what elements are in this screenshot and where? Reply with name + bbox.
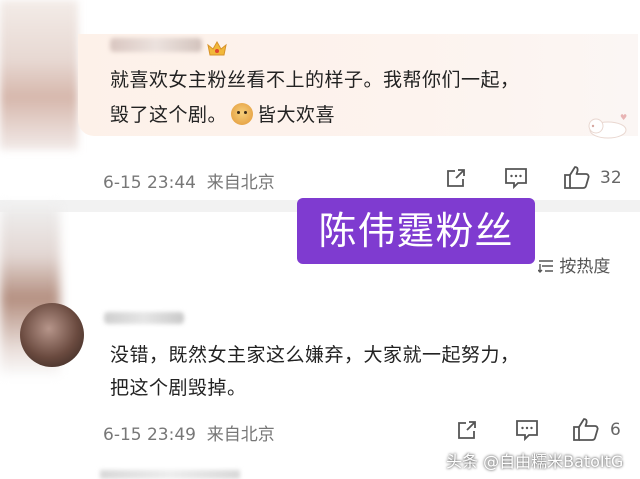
avatar-blurred[interactable] — [0, 0, 78, 150]
comment-icon[interactable] — [503, 166, 529, 190]
watermark: 头条 @自由糯米BatoItG — [446, 452, 624, 471]
username-blurred[interactable] — [104, 312, 184, 324]
like-count: 32 — [600, 168, 622, 188]
sort-icon — [537, 260, 553, 273]
comment-text-line: 没错，既然女主家这么嫌弃，大家就一起努力， — [110, 344, 520, 366]
like-count: 6 — [610, 420, 621, 440]
comment-text-line: 毁了这个剧。 皆大欢喜 — [110, 103, 335, 127]
comment-location: 来自北京 — [206, 173, 275, 193]
username-blurred[interactable] — [110, 38, 202, 52]
comment-text-part: 毁了这个剧。 — [110, 104, 228, 126]
overlay-tag: 陈伟霆粉丝 — [297, 198, 535, 264]
comment-time: 6-15 23:44 — [103, 173, 196, 193]
vip-crown-icon — [207, 40, 227, 56]
share-icon[interactable] — [455, 418, 479, 442]
comment-icon[interactable] — [514, 418, 540, 442]
comment-location: 来自北京 — [206, 425, 275, 445]
comment-meta: 6-15 23:44 来自北京 — [103, 168, 275, 193]
like-icon[interactable] — [563, 164, 591, 190]
comment-text-part: 皆大欢喜 — [257, 104, 336, 126]
like-icon[interactable] — [572, 416, 600, 442]
doge-emoji-icon — [231, 103, 254, 125]
decoration-sleeping-bear-icon: ♥ — [588, 113, 627, 139]
comment-meta: 6-15 23:49 来自北京 — [103, 420, 275, 445]
sort-label: 按热度 — [559, 257, 611, 277]
sort-by-hot-button[interactable]: 按热度 — [537, 252, 611, 277]
comment-text-line: 就喜欢女主粉丝看不上的样子。我帮你们一起， — [110, 69, 520, 91]
share-icon[interactable] — [444, 166, 468, 190]
next-comment-blurred — [100, 470, 240, 479]
overlay-tag-text: 陈伟霆粉丝 — [318, 209, 514, 253]
comment-time: 6-15 23:49 — [103, 425, 196, 445]
comment-text-line: 把这个剧毁掉。 — [110, 377, 247, 399]
avatar[interactable] — [20, 303, 84, 367]
svg-text:♥: ♥ — [620, 113, 627, 122]
